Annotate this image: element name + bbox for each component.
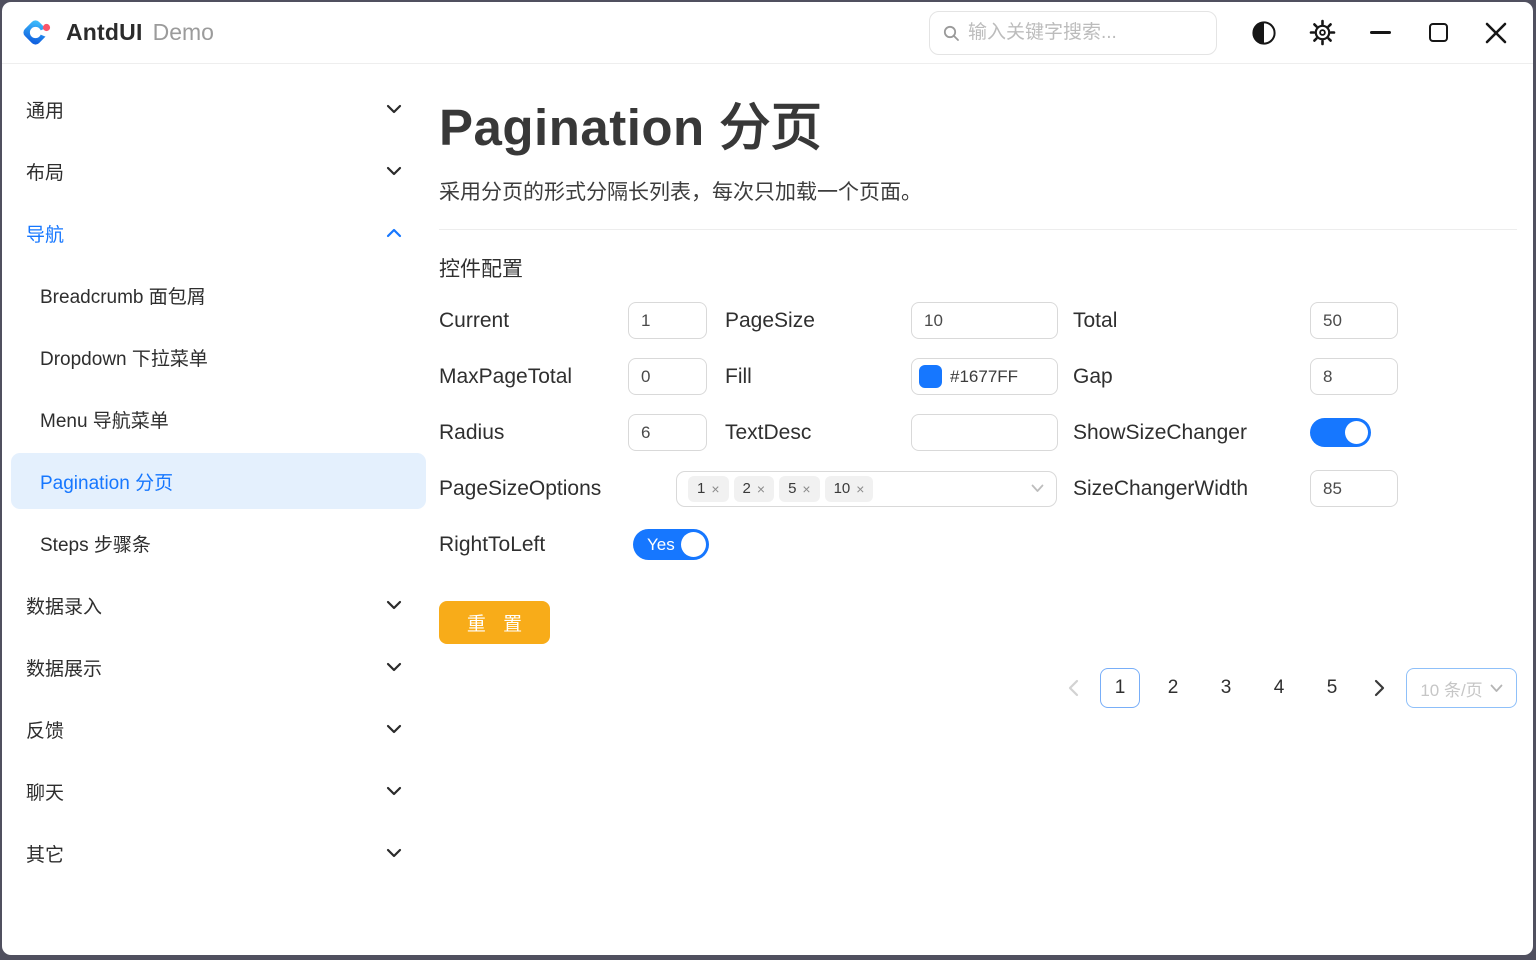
sizechangerwidth-label: SizeChangerWidth <box>1073 477 1248 501</box>
app-window: AntdUI Demo <box>2 2 1533 955</box>
chevron-down-icon <box>386 104 402 114</box>
pagesize-label: PageSize <box>725 309 815 333</box>
maxpagetotal-label: MaxPageTotal <box>439 365 572 389</box>
option-tag: 2× <box>734 476 775 502</box>
gap-label: Gap <box>1073 365 1113 389</box>
total-input[interactable] <box>1310 302 1398 339</box>
chevron-down-icon <box>386 786 402 796</box>
fill-label: Fill <box>725 365 752 389</box>
chevron-down-icon <box>386 724 402 734</box>
showsizechanger-toggle[interactable] <box>1310 418 1371 447</box>
tag-close-icon[interactable]: × <box>711 481 719 497</box>
minimize-button[interactable] <box>1351 9 1409 57</box>
content-area: Pagination 分页 采用分页的形式分隔长列表，每次只加载一个页面。 控件… <box>432 64 1533 955</box>
maximize-button[interactable] <box>1409 9 1467 57</box>
chevron-down-icon <box>1490 684 1503 693</box>
chevron-down-icon <box>1031 484 1044 493</box>
tag-close-icon[interactable]: × <box>757 481 765 497</box>
chevron-left-icon <box>1068 679 1079 697</box>
chevron-down-icon <box>386 166 402 176</box>
chevron-right-icon <box>1374 679 1385 697</box>
prev-page-button[interactable] <box>1059 668 1087 708</box>
page-title: Pagination 分页 <box>439 86 1517 160</box>
current-label: Current <box>439 309 509 333</box>
page-button-1[interactable]: 1 <box>1100 668 1140 708</box>
app-name: AntdUI <box>66 19 143 46</box>
config-form: Current PageSize Total MaxPageTotal Fill… <box>439 302 1517 563</box>
pagesize-input[interactable] <box>911 302 1058 339</box>
search-icon <box>942 24 960 42</box>
page-button-3[interactable]: 3 <box>1206 668 1246 708</box>
divider <box>439 229 1517 230</box>
sidebar-item-layout[interactable]: 布局 <box>2 140 432 202</box>
close-icon <box>1484 21 1508 45</box>
showsizechanger-label: ShowSizeChanger <box>1073 421 1247 445</box>
close-button[interactable] <box>1467 9 1525 57</box>
tag-close-icon[interactable]: × <box>802 481 810 497</box>
sidebar-item-data-display[interactable]: 数据展示 <box>2 636 432 698</box>
app-mode: Demo <box>153 19 214 46</box>
textdesc-label: TextDesc <box>725 421 811 445</box>
page-button-4[interactable]: 4 <box>1259 668 1299 708</box>
radius-label: Radius <box>439 421 504 445</box>
sidebar-item-general[interactable]: 通用 <box>2 78 432 140</box>
page-button-2[interactable]: 2 <box>1153 668 1193 708</box>
tag-close-icon[interactable]: × <box>856 481 864 497</box>
sidebar-item-breadcrumb[interactable]: Breadcrumb 面包屑 <box>2 264 432 326</box>
textdesc-input[interactable] <box>911 414 1058 451</box>
chevron-down-icon <box>386 600 402 610</box>
minimize-icon <box>1370 31 1391 34</box>
chevron-up-icon <box>386 228 402 238</box>
toggle-knob <box>1345 421 1368 444</box>
sidebar-item-steps[interactable]: Steps 步骤条 <box>2 512 432 574</box>
theme-contrast-icon <box>1251 20 1277 46</box>
toggle-state-text: Yes <box>647 535 675 555</box>
maximize-icon <box>1429 23 1448 42</box>
settings-button[interactable] <box>1293 9 1351 57</box>
current-input[interactable] <box>628 302 707 339</box>
gear-icon <box>1309 19 1336 46</box>
toggle-knob <box>681 532 706 557</box>
fill-color-value: #1677FF <box>950 367 1018 387</box>
app-logo-icon <box>19 16 53 50</box>
sidebar: 通用 布局 导航 Breadcrumb 面包屑 Dropdown 下拉菜单 Me… <box>2 64 432 955</box>
sidebar-item-pagination[interactable]: Pagination 分页 <box>11 453 426 509</box>
sidebar-item-menu[interactable]: Menu 导航菜单 <box>2 388 432 450</box>
chevron-down-icon <box>386 662 402 672</box>
option-tag: 1× <box>688 476 729 502</box>
option-tag: 10× <box>825 476 874 502</box>
sidebar-item-dropdown[interactable]: Dropdown 下拉菜单 <box>2 326 432 388</box>
sidebar-item-navigation[interactable]: 导航 <box>2 202 432 264</box>
reset-button[interactable]: 重 置 <box>439 601 550 644</box>
search-input[interactable] <box>968 22 1204 44</box>
page-size-value: 10 条/页 <box>1420 676 1482 701</box>
pagesizeoptions-label: PageSizeOptions <box>439 477 601 501</box>
maxpagetotal-input[interactable] <box>628 358 707 395</box>
sizechangerwidth-input[interactable] <box>1310 470 1398 507</box>
sidebar-item-other[interactable]: 其它 <box>2 822 432 884</box>
sidebar-item-data-entry[interactable]: 数据录入 <box>2 574 432 636</box>
total-label: Total <box>1073 309 1117 333</box>
chevron-down-icon <box>386 848 402 858</box>
radius-input[interactable] <box>628 414 707 451</box>
page-button-5[interactable]: 5 <box>1312 668 1352 708</box>
color-swatch[interactable] <box>919 365 942 388</box>
page-size-select[interactable]: 10 条/页 <box>1406 668 1517 708</box>
fill-color-input[interactable]: #1677FF <box>911 358 1058 395</box>
title-bar: AntdUI Demo <box>2 2 1533 64</box>
pagination-demo: 1 2 3 4 5 10 条/页 <box>439 668 1517 708</box>
righttoleft-toggle[interactable]: Yes <box>633 529 709 560</box>
pagesizeoptions-select[interactable]: 1× 2× 5× 10× <box>676 471 1057 507</box>
section-title: 控件配置 <box>439 253 1517 283</box>
righttoleft-label: RightToLeft <box>439 533 545 557</box>
page-subtitle: 采用分页的形式分隔长列表，每次只加载一个页面。 <box>439 176 1517 206</box>
sidebar-item-chat[interactable]: 聊天 <box>2 760 432 822</box>
search-box[interactable] <box>929 11 1217 55</box>
gap-input[interactable] <box>1310 358 1398 395</box>
theme-toggle-button[interactable] <box>1235 9 1293 57</box>
sidebar-item-feedback[interactable]: 反馈 <box>2 698 432 760</box>
next-page-button[interactable] <box>1365 668 1393 708</box>
option-tag: 5× <box>779 476 820 502</box>
